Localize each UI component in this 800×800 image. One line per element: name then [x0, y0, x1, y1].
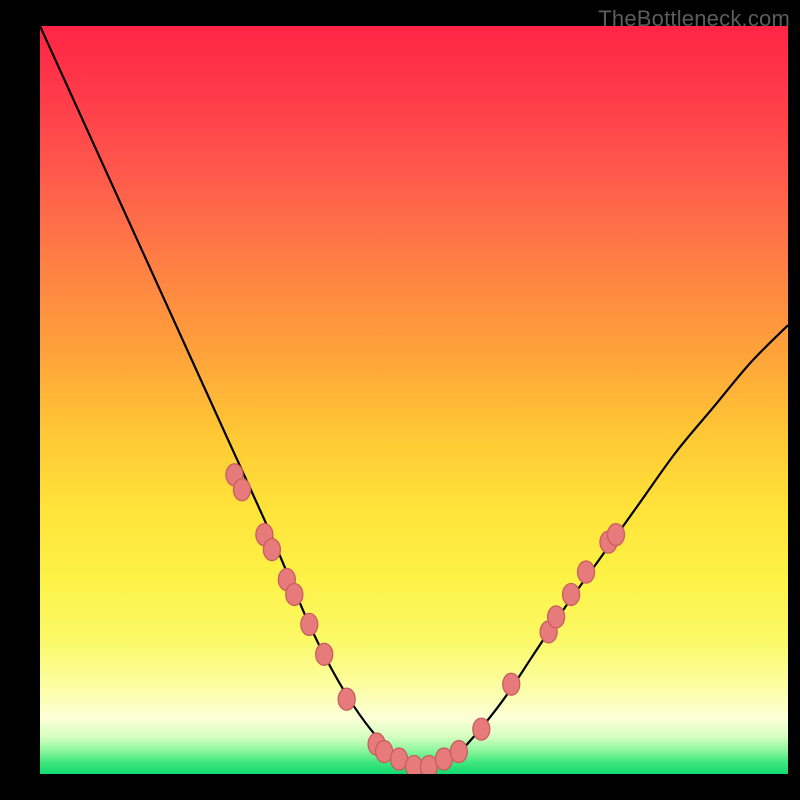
data-point-marker	[607, 524, 624, 546]
data-point-marker	[563, 583, 580, 605]
watermark-text: TheBottleneck.com	[598, 6, 790, 32]
data-point-marker	[316, 643, 333, 665]
marker-group	[226, 464, 624, 774]
data-point-markers	[40, 26, 788, 774]
data-point-marker	[503, 673, 520, 695]
data-point-marker	[548, 606, 565, 628]
outer-frame: TheBottleneck.com	[0, 0, 800, 800]
data-point-marker	[286, 583, 303, 605]
data-point-marker	[450, 741, 467, 763]
data-point-marker	[578, 561, 595, 583]
data-point-marker	[263, 539, 280, 561]
data-point-marker	[473, 718, 490, 740]
data-point-marker	[233, 479, 250, 501]
data-point-marker	[338, 688, 355, 710]
data-point-marker	[301, 613, 318, 635]
plot-area	[40, 26, 788, 774]
